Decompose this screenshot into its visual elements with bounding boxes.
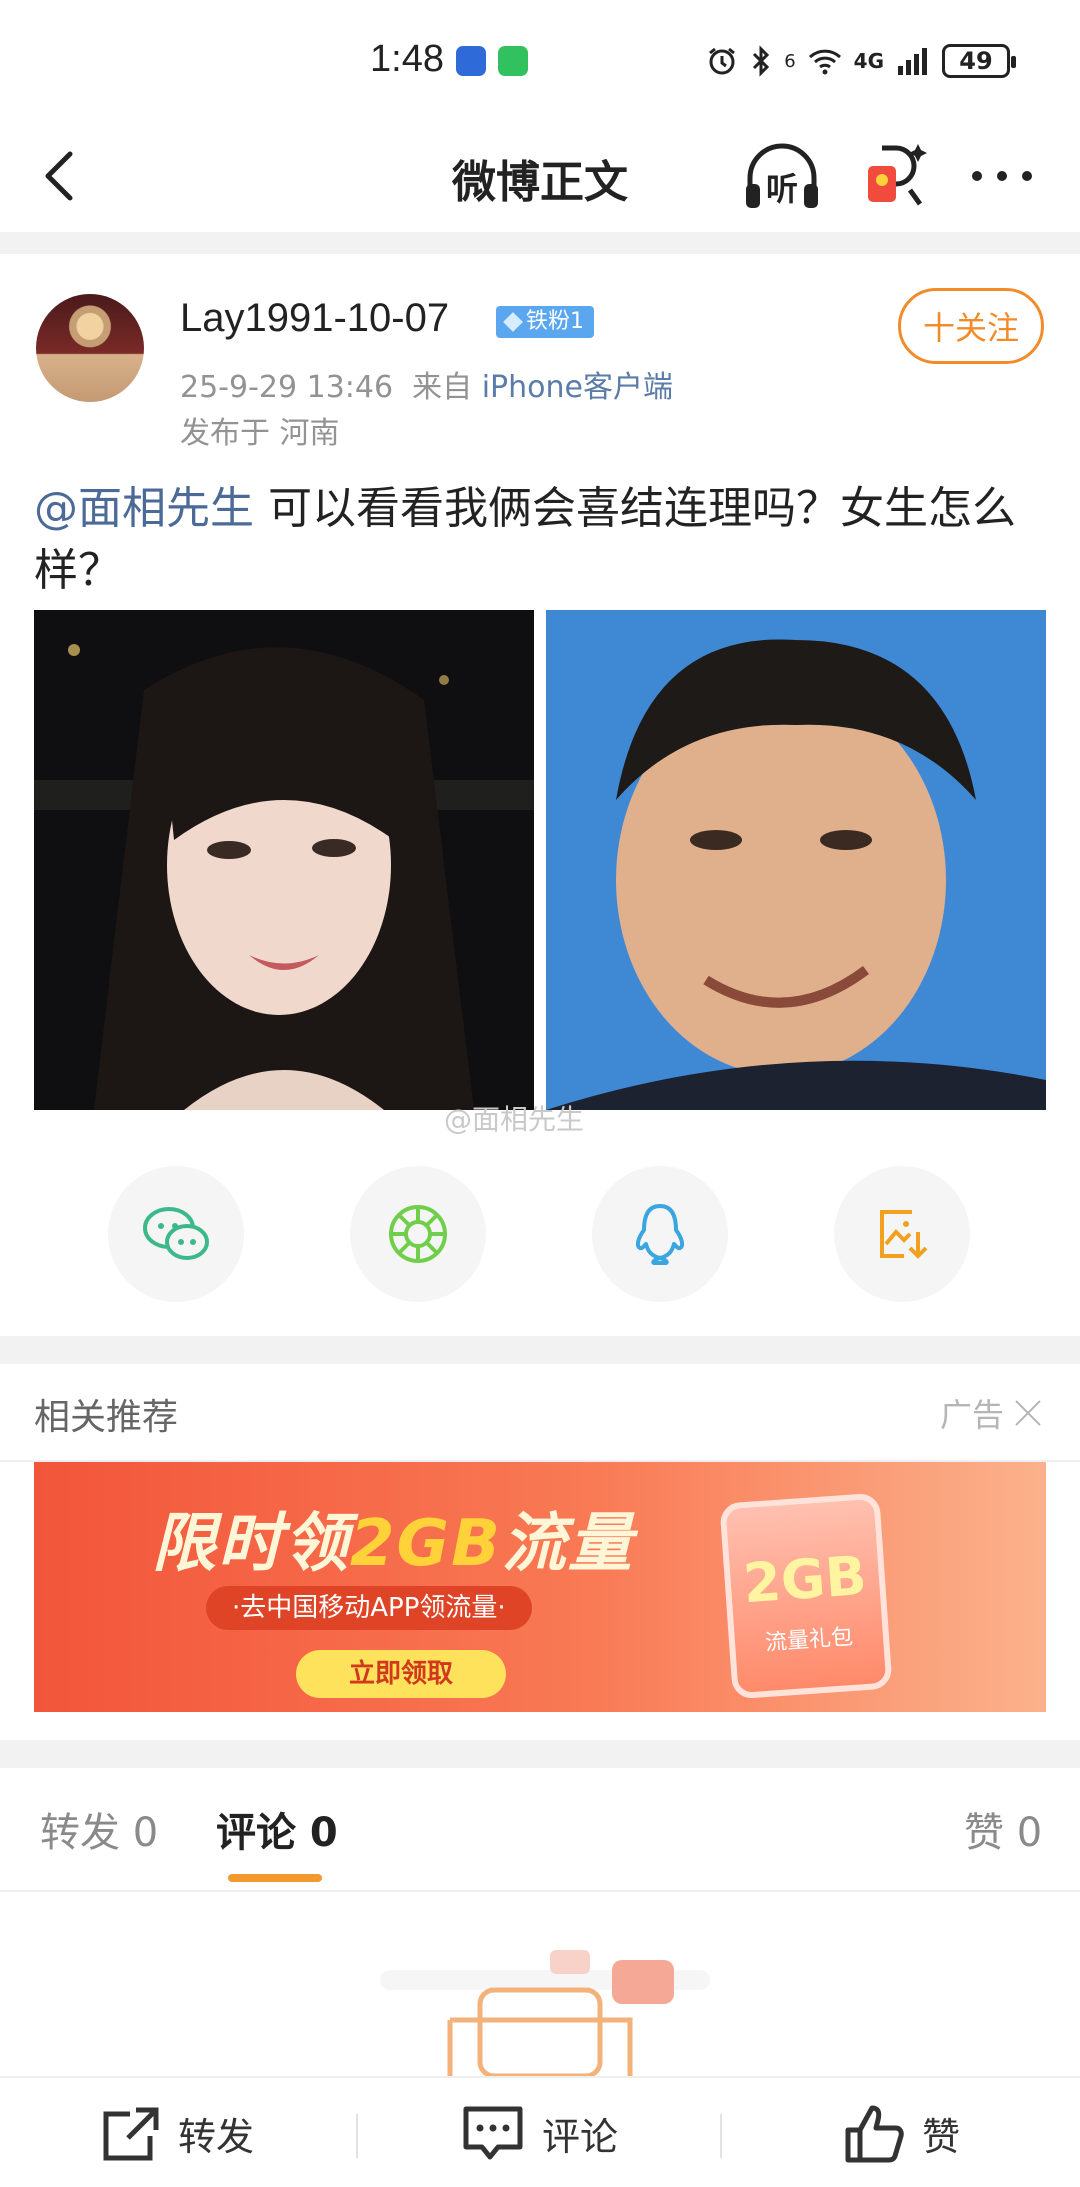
comment-label: 评论 — [542, 2115, 619, 2159]
comment-icon — [463, 2106, 523, 2159]
post-source[interactable]: iPhone客户端 — [482, 370, 673, 405]
status-icons: 6 4G 49 — [706, 44, 1016, 78]
image-watermark: @面相先生 — [444, 1103, 585, 1136]
related-title: 相关推荐 — [34, 1397, 179, 1438]
more-dot-icon — [972, 171, 982, 181]
post-location: 发布于 河南 — [180, 416, 340, 451]
ad-subtitle: ·去中国移动APP领流量· — [206, 1586, 532, 1630]
ad-headline: 限时领2GB流量 — [152, 1492, 634, 1584]
ad-cta-button[interactable]: 立即领取 — [296, 1650, 506, 1698]
active-tab-indicator — [228, 1874, 322, 1882]
ad-banner[interactable]: 限时领2GB流量 ·去中国移动APP领流量· 立即领取 2GB 流量礼包 — [34, 1462, 1046, 1712]
repost-button[interactable]: 转发 — [100, 2078, 254, 2187]
red-packet-icon — [868, 144, 927, 206]
post-meta: 25-9-29 13:46 来自 iPhone客户端 — [180, 362, 673, 406]
close-icon[interactable] — [1014, 1399, 1042, 1427]
bluetooth-icon — [753, 45, 770, 77]
section-divider — [0, 1336, 1080, 1364]
ad-label-text: 广告 — [940, 1396, 1005, 1434]
wechat-icon — [143, 1207, 209, 1260]
ad-gift-card: 2GB 流量礼包 — [719, 1492, 893, 1700]
comment-button[interactable]: 评论 — [462, 2078, 618, 2187]
tab-like[interactable]: 赞 0 — [964, 1800, 1042, 1858]
tab-comment[interactable]: 评论 0 — [216, 1800, 338, 1858]
post-timestamp: 25-9-29 13:46 — [180, 370, 394, 405]
like-label: 赞 — [922, 2115, 961, 2159]
wifi-icon — [808, 49, 841, 75]
battery-level: 49 — [959, 47, 993, 75]
tab-repost[interactable]: 转发 0 — [40, 1800, 158, 1858]
more-dot-icon — [1022, 171, 1032, 181]
section-divider — [0, 1740, 1080, 1768]
weibo-post-page: 1:48 6 4G 49 微博正文 听 Lay1991-10-07 铁粉1 25… — [0, 0, 1080, 2187]
bottom-separator — [720, 2114, 722, 2158]
ad-headline-suffix: 流量 — [501, 1507, 634, 1581]
author-avatar[interactable] — [36, 294, 144, 402]
status-bar: 1:48 6 4G 49 — [0, 0, 1080, 120]
fan-badge-label: 铁粉1 — [526, 309, 584, 334]
listen-label: 听 — [766, 170, 799, 208]
share-wechat-button[interactable] — [108, 1166, 244, 1302]
ad-card-value: 2GB — [741, 1543, 869, 1616]
moments-icon — [389, 1205, 447, 1263]
fan-badge[interactable]: 铁粉1 — [496, 306, 594, 338]
section-divider — [0, 232, 1080, 254]
bottom-action-bar: 转发 评论 赞 — [0, 2076, 1080, 2187]
post-text: @面相先生 可以看看我俩会喜结连理吗？女生怎么样？ — [34, 478, 1044, 602]
nav-bar: 微博正文 听 — [0, 120, 1080, 232]
network-type: 4G — [853, 49, 884, 73]
notification-app-icon — [456, 46, 486, 76]
more-dot-icon — [997, 171, 1007, 181]
signal-prefix: 6 — [784, 50, 796, 72]
thumbs-up-icon — [845, 2105, 904, 2162]
post-photo-left[interactable] — [34, 610, 534, 1110]
mention-link[interactable]: @面相先生 — [34, 483, 254, 534]
signal-icon — [898, 48, 927, 75]
qq-icon — [635, 1204, 685, 1265]
share-moments-button[interactable] — [350, 1166, 486, 1302]
woman-portrait-image — [34, 610, 534, 1110]
save-image-button[interactable] — [834, 1166, 970, 1302]
post-photo-right[interactable] — [546, 610, 1046, 1110]
like-button[interactable]: 赞 — [844, 2078, 960, 2187]
man-portrait-image — [546, 610, 1046, 1110]
follow-button[interactable]: 十关注 — [898, 288, 1044, 364]
save-image-icon — [880, 1210, 928, 1259]
status-time: 1:48 — [370, 38, 444, 80]
ad-headline-prefix: 限时领 — [152, 1507, 350, 1581]
red-packet-button[interactable] — [862, 140, 934, 216]
share-icon — [103, 2107, 159, 2160]
alarm-icon — [709, 47, 736, 75]
ad-card-caption: 流量礼包 — [764, 1624, 854, 1656]
wechat-notification-icon — [498, 46, 528, 76]
repost-label: 转发 — [178, 2115, 255, 2159]
share-qq-button[interactable] — [592, 1166, 728, 1302]
diamond-icon — [503, 312, 523, 332]
ad-label[interactable]: 广告 — [940, 1390, 1042, 1436]
more-button[interactable] — [964, 154, 1040, 198]
bottom-separator — [356, 2114, 358, 2158]
tabs-divider — [0, 1890, 1080, 1892]
listen-button[interactable]: 听 — [742, 140, 822, 212]
ad-headline-highlight: 2GB — [350, 1507, 502, 1581]
battery-indicator: 49 — [942, 44, 1016, 78]
author-name[interactable]: Lay1991-10-07 — [180, 296, 449, 341]
from-label: 来自 — [412, 370, 473, 405]
